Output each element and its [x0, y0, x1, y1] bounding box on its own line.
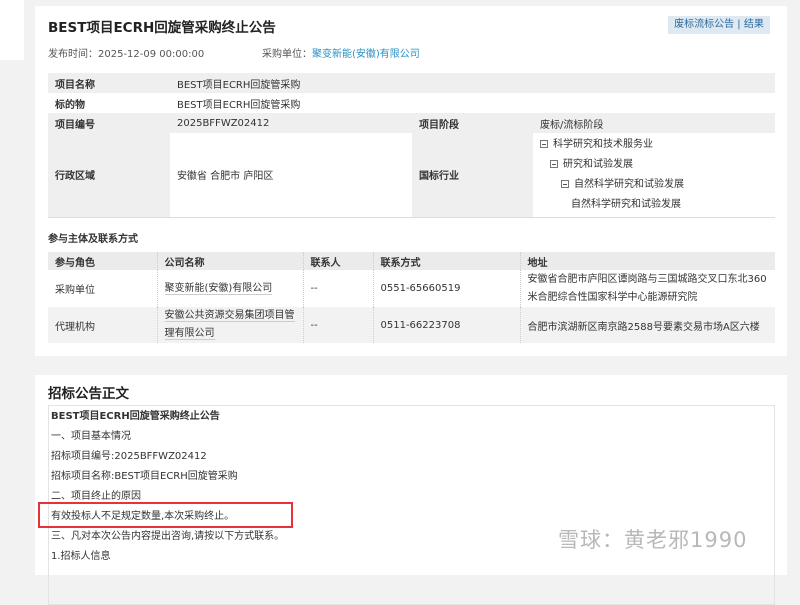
address: 安徽省合肥市庐阳区谭岗路与三国城路交叉口东北360米合肥综合性国家科学中心能源研…: [519, 270, 775, 307]
tree-node[interactable]: 自然科学研究和试验发展: [540, 195, 768, 215]
company-link[interactable]: 安徽公共资源交易集团项目管理有限公司: [164, 310, 295, 340]
tree-label: 科学研究和技术服务业: [553, 138, 653, 150]
notice-line: BEST项目ECRH回旋管采购终止公告: [51, 411, 220, 422]
role: 代理机构: [48, 307, 157, 343]
highlight-box: [38, 502, 293, 528]
label: 项目阶段: [412, 113, 533, 133]
collapse-icon[interactable]: [561, 179, 569, 188]
table-header: 参与角色 公司名称 联系人 联系方式 地址: [48, 252, 775, 270]
watermark: 雪球：黄老邪1990: [558, 528, 748, 552]
address: 合肥市滨湖新区南京路2588号要素交易市场A区六楼: [519, 307, 775, 343]
tree-label: 自然科学研究和试验发展: [574, 178, 684, 190]
notice-line: 招标项目编号:2025BFFWZ02412: [51, 451, 207, 462]
table-row: 项目编号 2025BFFWZ02412 项目阶段 废标/流标阶段: [48, 113, 775, 133]
notice-type-button[interactable]: 废标流标公告 | 结果: [668, 16, 770, 34]
phone: 0511-66223708: [372, 307, 520, 343]
column-header: 联系方式: [372, 252, 520, 270]
page-title: BEST项目ECRH回旋管采购终止公告: [48, 20, 276, 36]
publish-label: 发布时间：: [48, 49, 98, 60]
tree-node[interactable]: 研究和试验发展: [540, 155, 768, 175]
notice-summary-card: BEST项目ECRH回旋管采购终止公告 废标流标公告 | 结果 发布时间：202…: [35, 6, 787, 356]
notice-line: 招标项目名称:BEST项目ECRH回旋管采购: [51, 471, 238, 482]
column-header: 参与角色: [48, 252, 157, 270]
tree-node[interactable]: 自然科学研究和试验发展: [540, 175, 768, 195]
buyer-label: 采购单位：: [262, 49, 312, 60]
publish-time: 发布时间：2025-12-09 00:00:00: [48, 45, 204, 60]
label: 行政区域: [48, 133, 170, 217]
company-link[interactable]: 聚变新能(安徽)有限公司: [164, 283, 273, 295]
table-row: 采购单位 聚变新能(安徽)有限公司 -- 0551-65660519 安徽省合肥…: [48, 270, 775, 307]
left-strip: [0, 0, 24, 60]
column-header: 联系人: [302, 252, 373, 270]
label: 项目编号: [48, 113, 170, 133]
table-row: 标的物 BEST项目ECRH回旋管采购: [48, 93, 775, 113]
phone: 0551-65660519: [372, 270, 520, 307]
role: 采购单位: [48, 270, 157, 307]
value: BEST项目ECRH回旋管采购: [177, 99, 301, 111]
table-row: 行政区域 安徽省 合肥市 庐阳区 国标行业 科学研究和技术服务业 研究和试验发展…: [48, 133, 775, 217]
value: BEST项目ECRH回旋管采购: [170, 73, 775, 93]
column-header: 地址: [519, 252, 775, 270]
value: 安徽省 合肥市 庐阳区: [170, 133, 412, 217]
project-info-table: 项目名称 BEST项目ECRH回旋管采购 标的物 BEST项目ECRH回旋管采购 项…: [48, 73, 775, 218]
contact-person: --: [302, 307, 373, 343]
tree-node[interactable]: 科学研究和技术服务业: [540, 135, 768, 155]
value: 2025BFFWZ02412: [170, 113, 412, 133]
collapse-icon[interactable]: [540, 139, 548, 148]
tree-label: 研究和试验发展: [563, 158, 633, 170]
column-header: 公司名称: [156, 252, 303, 270]
label: 标的物: [55, 99, 85, 111]
publish-value: 2025-12-09 00:00:00: [98, 49, 205, 60]
value: 废标/流标阶段: [533, 113, 775, 133]
tree-label: 自然科学研究和试验发展: [571, 198, 681, 210]
collapse-icon[interactable]: [550, 159, 558, 168]
table-row: 代理机构 安徽公共资源交易集团项目管理有限公司 -- 0511-66223708…: [48, 307, 775, 343]
buyer-info: 采购单位：聚变新能(安徽)有限公司: [262, 45, 420, 60]
buyer-link[interactable]: 聚变新能(安徽)有限公司: [312, 49, 420, 60]
table-row: 项目名称 BEST项目ECRH回旋管采购: [48, 73, 775, 93]
industry-tree: 科学研究和技术服务业 研究和试验发展 自然科学研究和试验发展 自然科学研究和试验…: [533, 133, 775, 217]
contacts-section-title: 参与主体及联系方式: [48, 234, 138, 245]
contacts-table: 参与角色 公司名称 联系人 联系方式 地址 采购单位 聚变新能(安徽)有限公司 -- 0…: [48, 252, 775, 343]
notice-section-title: 招标公告正文: [48, 386, 129, 402]
notice-line: 一、项目基本情况: [51, 431, 131, 442]
label: 国标行业: [412, 133, 533, 217]
label: 项目名称: [48, 73, 170, 93]
contact-person: --: [302, 270, 373, 307]
